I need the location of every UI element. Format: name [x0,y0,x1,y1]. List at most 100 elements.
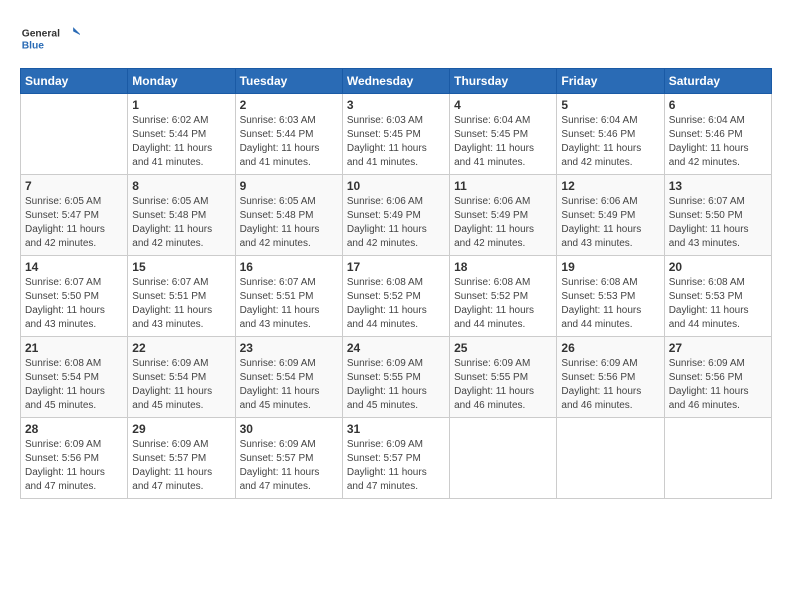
header-cell-saturday: Saturday [664,69,771,94]
day-number: 16 [240,260,338,274]
day-number: 17 [347,260,445,274]
day-info: Sunrise: 6:05 AMSunset: 5:47 PMDaylight:… [25,195,123,251]
week-row-4: 21Sunrise: 6:08 AMSunset: 5:54 PMDayligh… [21,337,772,418]
header-row: SundayMondayTuesdayWednesdayThursdayFrid… [21,69,772,94]
day-cell: 17 Sunrise: 6:08 AMSunset: 5:52 PMDayligh… [342,256,449,337]
week-row-5: 28 Sunrise: 6:09 AMSunset: 5:56 PMDayligh… [21,418,772,499]
header-cell-sunday: Sunday [21,69,128,94]
day-info: Sunrise: 6:09 AMSunset: 5:54 PMDaylight:… [240,357,338,413]
day-info: Sunrise: 6:09 AMSunset: 5:55 PMDaylight:… [454,357,552,413]
day-cell: 16 Sunrise: 6:07 AMSunset: 5:51 PMDayligh… [235,256,342,337]
week-row-2: 7 Sunrise: 6:05 AMSunset: 5:47 PMDaylight… [21,175,772,256]
day-cell: 15 Sunrise: 6:07 AMSunset: 5:51 PMDayligh… [128,256,235,337]
day-info: Sunrise: 6:08 AMSunset: 5:52 PMDaylight:… [347,276,445,332]
day-cell: 13Sunrise: 6:07 AMSunset: 5:50 PMDayligh… [664,175,771,256]
day-number: 10 [347,179,445,193]
day-info: Sunrise: 6:07 AMSunset: 5:50 PMDaylight:… [25,276,123,332]
day-cell: 9 Sunrise: 6:05 AMSunset: 5:48 PMDaylight… [235,175,342,256]
day-info: Sunrise: 6:06 AMSunset: 5:49 PMDaylight:… [561,195,659,251]
day-number: 2 [240,98,338,112]
header-cell-thursday: Thursday [450,69,557,94]
day-info: Sunrise: 6:09 AMSunset: 5:56 PMDaylight:… [561,357,659,413]
day-number: 27 [669,341,767,355]
day-number: 8 [132,179,230,193]
day-cell: 28 Sunrise: 6:09 AMSunset: 5:56 PMDayligh… [21,418,128,499]
day-info: Sunrise: 6:03 AMSunset: 5:45 PMDaylight:… [347,114,445,170]
day-number: 11 [454,179,552,193]
day-info: Sunrise: 6:07 AMSunset: 5:50 PMDaylight:… [669,195,767,251]
day-info: Sunrise: 6:09 AMSunset: 5:54 PMDaylight:… [132,357,230,413]
day-info: Sunrise: 6:09 AMSunset: 5:55 PMDaylight:… [347,357,445,413]
day-cell: 20Sunrise: 6:08 AMSunset: 5:53 PMDayligh… [664,256,771,337]
header: General Blue [20,20,772,60]
day-info: Sunrise: 6:06 AMSunset: 5:49 PMDaylight:… [347,195,445,251]
day-cell: 7 Sunrise: 6:05 AMSunset: 5:47 PMDaylight… [21,175,128,256]
day-number: 15 [132,260,230,274]
day-cell: 8 Sunrise: 6:05 AMSunset: 5:48 PMDaylight… [128,175,235,256]
day-info: Sunrise: 6:09 AMSunset: 5:56 PMDaylight:… [669,357,767,413]
day-cell: 31 Sunrise: 6:09 AMSunset: 5:57 PMDayligh… [342,418,449,499]
week-row-3: 14 Sunrise: 6:07 AMSunset: 5:50 PMDayligh… [21,256,772,337]
header-cell-wednesday: Wednesday [342,69,449,94]
day-cell: 19Sunrise: 6:08 AMSunset: 5:53 PMDayligh… [557,256,664,337]
day-info: Sunrise: 6:09 AMSunset: 5:57 PMDaylight:… [240,438,338,494]
day-info: Sunrise: 6:02 AMSunset: 5:44 PMDaylight:… [132,114,230,170]
day-number: 30 [240,422,338,436]
day-number: 28 [25,422,123,436]
day-number: 22 [132,341,230,355]
day-cell: 11Sunrise: 6:06 AMSunset: 5:49 PMDayligh… [450,175,557,256]
day-info: Sunrise: 6:09 AMSunset: 5:56 PMDaylight:… [25,438,123,494]
day-number: 29 [132,422,230,436]
logo-svg: General Blue [20,20,80,60]
day-info: Sunrise: 6:05 AMSunset: 5:48 PMDaylight:… [240,195,338,251]
day-info: Sunrise: 6:04 AMSunset: 5:46 PMDaylight:… [561,114,659,170]
day-info: Sunrise: 6:07 AMSunset: 5:51 PMDaylight:… [240,276,338,332]
day-cell: 18 Sunrise: 6:08 AMSunset: 5:52 PMDayligh… [450,256,557,337]
header-cell-monday: Monday [128,69,235,94]
day-info: Sunrise: 6:08 AMSunset: 5:53 PMDaylight:… [669,276,767,332]
day-cell [557,418,664,499]
day-cell: 12Sunrise: 6:06 AMSunset: 5:49 PMDayligh… [557,175,664,256]
day-number: 7 [25,179,123,193]
day-number: 14 [25,260,123,274]
day-cell [21,94,128,175]
day-cell: 30 Sunrise: 6:09 AMSunset: 5:57 PMDayligh… [235,418,342,499]
calendar-table: SundayMondayTuesdayWednesdayThursdayFrid… [20,68,772,499]
day-cell: 1 Sunrise: 6:02 AMSunset: 5:44 PMDaylight… [128,94,235,175]
day-number: 6 [669,98,767,112]
day-cell: 10 Sunrise: 6:06 AMSunset: 5:49 PMDayligh… [342,175,449,256]
day-cell: 24 Sunrise: 6:09 AMSunset: 5:55 PMDayligh… [342,337,449,418]
logo: General Blue [20,20,80,60]
day-info: Sunrise: 6:04 AMSunset: 5:45 PMDaylight:… [454,114,552,170]
day-info: Sunrise: 6:05 AMSunset: 5:48 PMDaylight:… [132,195,230,251]
day-number: 19 [561,260,659,274]
day-cell: 5 Sunrise: 6:04 AMSunset: 5:46 PMDaylight… [557,94,664,175]
day-number: 1 [132,98,230,112]
svg-text:General: General [22,29,60,40]
day-number: 18 [454,260,552,274]
day-number: 24 [347,341,445,355]
day-number: 5 [561,98,659,112]
day-info: Sunrise: 6:09 AMSunset: 5:57 PMDaylight:… [347,438,445,494]
day-number: 23 [240,341,338,355]
svg-text:Blue: Blue [22,41,45,52]
day-info: Sunrise: 6:04 AMSunset: 5:46 PMDaylight:… [669,114,767,170]
day-number: 31 [347,422,445,436]
day-info: Sunrise: 6:09 AMSunset: 5:57 PMDaylight:… [132,438,230,494]
week-row-1: 1 Sunrise: 6:02 AMSunset: 5:44 PMDaylight… [21,94,772,175]
header-cell-tuesday: Tuesday [235,69,342,94]
day-number: 9 [240,179,338,193]
day-number: 25 [454,341,552,355]
day-number: 4 [454,98,552,112]
day-cell: 2 Sunrise: 6:03 AMSunset: 5:44 PMDaylight… [235,94,342,175]
day-info: Sunrise: 6:03 AMSunset: 5:44 PMDaylight:… [240,114,338,170]
day-cell: 29 Sunrise: 6:09 AMSunset: 5:57 PMDayligh… [128,418,235,499]
day-number: 21 [25,341,123,355]
day-cell: 21Sunrise: 6:08 AMSunset: 5:54 PMDayligh… [21,337,128,418]
day-number: 3 [347,98,445,112]
day-info: Sunrise: 6:08 AMSunset: 5:52 PMDaylight:… [454,276,552,332]
day-info: Sunrise: 6:07 AMSunset: 5:51 PMDaylight:… [132,276,230,332]
day-cell: 6 Sunrise: 6:04 AMSunset: 5:46 PMDaylight… [664,94,771,175]
day-cell: 26 Sunrise: 6:09 AMSunset: 5:56 PMDayligh… [557,337,664,418]
day-number: 26 [561,341,659,355]
